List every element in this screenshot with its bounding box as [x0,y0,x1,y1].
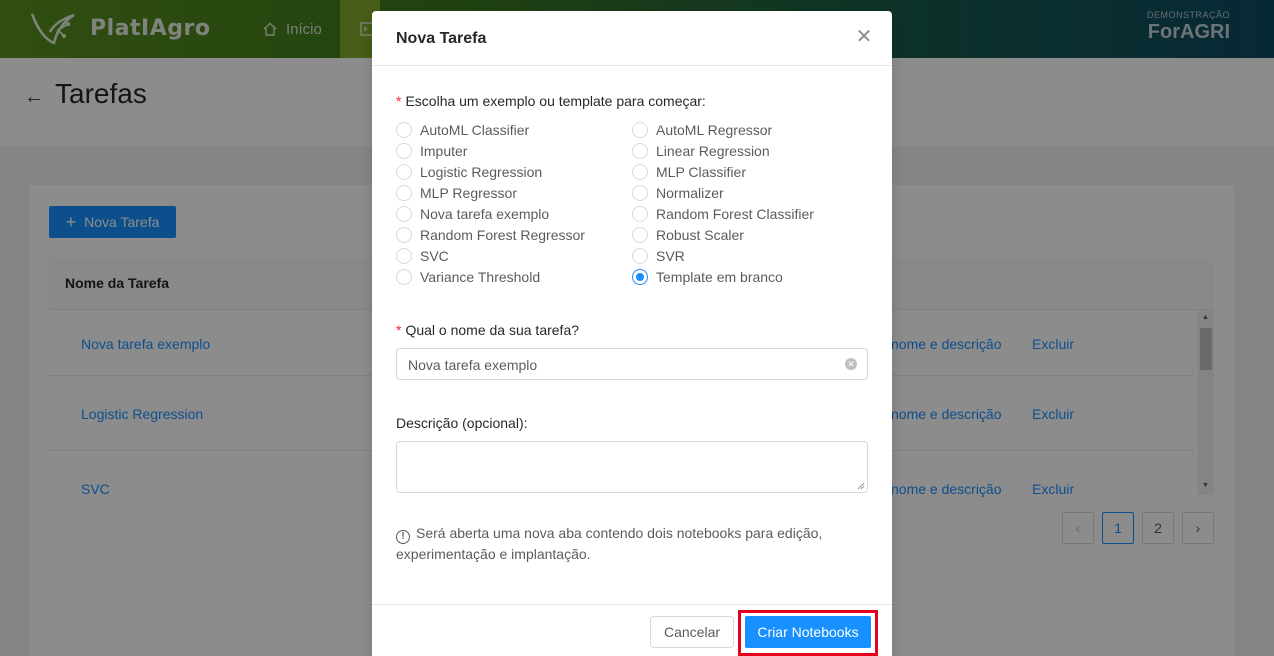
template-option-radio[interactable]: Nova tarefa exemplo [396,204,549,224]
radio-circle-icon[interactable] [396,164,412,180]
cancel-button[interactable]: Cancelar [650,616,734,648]
new-task-modal: Nova Tarefa ✕ * Escolha um exemplo ou tem… [372,11,892,656]
radio-circle-icon[interactable] [632,143,648,159]
template-option-radio[interactable]: Random Forest Regressor [396,225,585,245]
template-option-radio[interactable]: SVC [396,246,449,266]
template-option-radio[interactable]: Linear Regression [632,141,770,161]
template-option-label: Random Forest Regressor [420,227,585,243]
template-option-label: SVR [656,248,685,264]
name-label: * Qual o nome da sua tarefa? [396,322,579,338]
template-option-label: Logistic Regression [420,164,543,180]
modal-footer: Cancelar Criar Notebooks [372,604,892,656]
name-label-text: Qual o nome da sua tarefa? [405,322,580,338]
template-option-radio[interactable]: SVR [632,246,685,266]
template-option-radio[interactable]: Robust Scaler [632,225,744,245]
task-name-input[interactable]: Nova tarefa exemplo ✕ [396,348,868,380]
radio-circle-icon[interactable] [632,206,648,222]
template-option-radio[interactable]: Imputer [396,141,467,161]
task-name-value: Nova tarefa exemplo [408,357,538,373]
template-option-label: Robust Scaler [656,227,744,243]
info-text: Será aberta uma nova aba contendo dois n… [396,525,823,562]
radio-circle-icon[interactable] [632,248,648,264]
info-note: ! Será aberta uma nova aba contendo dois … [396,523,868,565]
description-textarea[interactable] [396,441,868,493]
template-option-radio[interactable]: MLP Regressor [396,183,517,203]
radio-circle-icon[interactable] [396,206,412,222]
radio-circle-icon[interactable] [632,185,648,201]
template-option-radio[interactable]: Random Forest Classifier [632,204,814,224]
template-option-label: Normalizer [656,185,724,201]
radio-circle-icon[interactable] [632,269,648,285]
template-option-label: MLP Classifier [656,164,746,180]
resize-handle-icon[interactable] [857,482,865,490]
required-asterisk: * [396,93,402,109]
create-notebooks-button[interactable]: Criar Notebooks [745,616,871,648]
template-option-label: Variance Threshold [420,269,541,285]
clear-input-icon[interactable]: ✕ [845,358,857,370]
template-option-radio[interactable]: AutoML Classifier [396,120,529,140]
template-option-label: MLP Regressor [420,185,518,201]
radio-circle-icon[interactable] [396,269,412,285]
required-asterisk: * [396,322,402,338]
template-option-label: Template em branco [656,269,783,285]
template-option-label: AutoML Regressor [656,122,773,138]
template-option-radio[interactable]: MLP Classifier [632,162,746,182]
template-option-label: Random Forest Classifier [656,206,814,222]
radio-circle-icon[interactable] [396,122,412,138]
description-label: Descrição (opcional): [396,415,528,431]
radio-circle-icon[interactable] [396,248,412,264]
radio-circle-icon[interactable] [396,143,412,159]
radio-circle-icon[interactable] [632,122,648,138]
radio-circle-icon[interactable] [632,164,648,180]
radio-circle-icon[interactable] [396,227,412,243]
modal-title: Nova Tarefa [396,30,487,47]
template-option-label: Imputer [420,143,468,159]
template-label-text: Escolha um exemplo ou template para come… [405,93,706,109]
template-option-radio[interactable]: Template em branco [632,267,783,287]
template-label: * Escolha um exemplo ou template para com… [396,93,706,109]
template-option-label: AutoML Classifier [420,122,530,138]
template-option-radio[interactable]: AutoML Regressor [632,120,772,140]
close-icon[interactable]: ✕ [854,27,874,47]
template-option-label: SVC [420,248,449,264]
info-icon: ! [396,530,410,544]
template-option-label: Linear Regression [656,143,770,159]
template-option-radio[interactable]: Logistic Regression [396,162,542,182]
template-option-radio[interactable]: Variance Threshold [396,267,540,287]
template-option-label: Nova tarefa exemplo [420,206,550,222]
radio-circle-icon[interactable] [632,227,648,243]
radio-circle-icon[interactable] [396,185,412,201]
modal-header: Nova Tarefa ✕ [372,11,892,66]
template-option-radio[interactable]: Normalizer [632,183,724,203]
